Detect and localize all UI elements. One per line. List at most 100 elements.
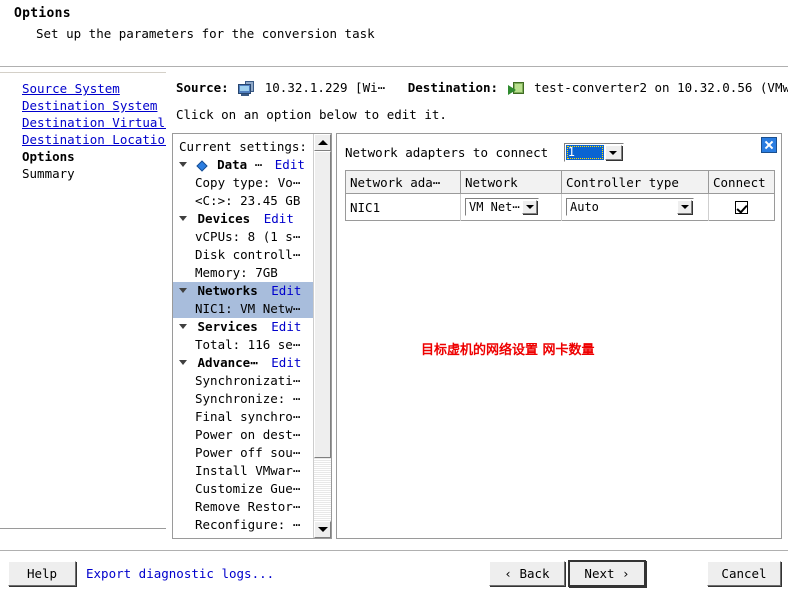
nav-horizontal-scrollbar[interactable] — [1, 528, 165, 529]
source-destination-bar: Source: 10.32.1.229 [Wi⋯ Destination: te… — [176, 80, 788, 102]
source-value: 10.32.1.229 [Wi⋯ — [265, 80, 385, 95]
tree-item-memory[interactable]: Memory: 7GB — [173, 264, 315, 282]
page-title: Options — [14, 6, 71, 21]
current-settings-heading: Current settings: — [179, 139, 307, 154]
sidebar-item-destination-virtual-machine[interactable]: Destination Virtual M — [22, 115, 167, 130]
table-row[interactable]: NIC1 VM Net⋯ — [346, 194, 775, 221]
wizard-step-nav: Source System Destination System Destina… — [0, 72, 167, 529]
connect-at-power-on-checkbox[interactable] — [735, 201, 748, 214]
tree-item-label: Services — [198, 319, 258, 334]
table-header-row: Network ada⋯ Network Controller type Con… — [346, 171, 775, 194]
controller-type-value: Auto — [570, 200, 599, 214]
tree-item-install-vmware[interactable]: Install VMwar⋯ — [173, 462, 315, 480]
adapters-count-row: Network adapters to connect 1 — [345, 143, 624, 162]
export-diagnostic-logs-link[interactable]: Export diagnostic logs... — [86, 566, 274, 581]
chevron-down-icon[interactable] — [179, 324, 187, 329]
page-header: Options Set up the parameters for the co… — [0, 0, 788, 66]
adapters-count-value: 1 — [566, 145, 604, 160]
adapters-count-dropdown[interactable]: 1 — [564, 143, 624, 162]
main-area: Source: 10.32.1.229 [Wi⋯ Destination: te… — [166, 67, 788, 551]
controller-type-dropdown[interactable]: Auto — [566, 198, 694, 216]
tree-item-synchronization[interactable]: Synchronizati⋯ — [173, 372, 315, 390]
networks-detail-panel: Network adapters to connect 1 Network ad… — [336, 133, 782, 539]
tree-item-power-on-dest[interactable]: Power on dest⋯ — [173, 426, 315, 444]
edit-link-services[interactable]: Edit — [271, 319, 301, 334]
scroll-thumb[interactable] — [314, 151, 331, 458]
tree-item-label: Networks — [198, 283, 258, 298]
tree-item-disk-controller[interactable]: Disk controll⋯ — [173, 246, 315, 264]
arrow-up-icon — [318, 140, 328, 145]
sidebar-item-source-system[interactable]: Source System — [22, 81, 120, 96]
edit-link-data[interactable]: Edit — [275, 157, 305, 172]
column-header-connect-at-power-on[interactable]: Connect at powe⋯ — [709, 171, 775, 194]
monitor-icon — [238, 81, 254, 96]
sidebar-item-summary[interactable]: Summary — [22, 166, 75, 181]
next-button[interactable]: Next › — [568, 560, 646, 587]
sidebar-item-destination-location[interactable]: Destination Location — [22, 132, 167, 147]
tree-item-customize-guest[interactable]: Customize Gue⋯ — [173, 480, 315, 498]
tree-group-services[interactable]: Services Edit — [173, 318, 315, 336]
destination-label: Destination: — [408, 80, 498, 95]
chevron-down-icon[interactable] — [179, 360, 187, 365]
settings-tree: Data ⋯ Edit Copy type: Vo⋯ <C:>: 23.45 G… — [173, 156, 315, 534]
chevron-down-icon[interactable] — [677, 200, 692, 214]
scroll-down-button[interactable] — [314, 521, 331, 538]
arrow-down-icon — [318, 527, 328, 532]
scroll-track[interactable] — [314, 151, 331, 521]
tree-group-devices[interactable]: Devices Edit — [173, 210, 315, 228]
tree-item-services-total[interactable]: Total: 116 se⋯ — [173, 336, 315, 354]
tree-item-copy-type[interactable]: Copy type: Vo⋯ — [173, 174, 315, 192]
current-settings-panel: Current settings: Data ⋯ Edit Copy type:… — [172, 133, 332, 539]
close-icon[interactable] — [761, 137, 777, 153]
tree-item-suffix: ⋯ — [255, 157, 262, 172]
tree-item-nic1[interactable]: NIC1: VM Netw⋯ — [173, 300, 315, 318]
help-button[interactable]: Help — [8, 561, 76, 586]
edit-hint-text: Click on an option below to edit it. — [176, 107, 447, 122]
tree-item-remove-restore[interactable]: Remove Restor⋯ — [173, 498, 315, 516]
cell-adapter-name: NIC1 — [346, 194, 461, 221]
edit-link-devices[interactable]: Edit — [264, 211, 294, 226]
back-button[interactable]: ‹ Back — [489, 561, 565, 586]
annotation-text: 目标虚机的网络设置 网卡数量 — [421, 339, 595, 358]
edit-link-advanced[interactable]: Edit — [271, 355, 301, 370]
tree-vertical-scrollbar[interactable] — [313, 134, 331, 538]
destination-value: test-converter2 on 10.32.0.56 (VMwar⋯ — [534, 80, 788, 95]
tree-item-final-sync[interactable]: Final synchro⋯ — [173, 408, 315, 426]
network-dropdown-value: VM Net⋯ — [469, 200, 520, 214]
chevron-down-icon[interactable] — [522, 200, 537, 214]
tree-item-label: Data — [217, 157, 247, 172]
chevron-down-icon[interactable] — [179, 288, 187, 293]
cancel-button[interactable]: Cancel — [707, 561, 781, 586]
cell-network: VM Net⋯ — [461, 194, 562, 221]
column-header-controller-type[interactable]: Controller type — [562, 171, 709, 194]
network-dropdown[interactable]: VM Net⋯ — [465, 198, 539, 216]
adapters-count-label: Network adapters to connect — [345, 145, 548, 160]
sidebar-item-options[interactable]: Options — [22, 149, 75, 164]
chevron-down-icon[interactable] — [179, 216, 187, 221]
content-area: Source System Destination System Destina… — [0, 66, 788, 551]
sidebar-item-destination-system[interactable]: Destination System — [22, 98, 157, 113]
tree-group-networks[interactable]: Networks Edit — [173, 282, 315, 300]
tree-item-power-off-source[interactable]: Power off sou⋯ — [173, 444, 315, 462]
source-label: Source: — [176, 80, 229, 95]
chevron-down-icon[interactable] — [605, 145, 622, 160]
network-adapters-table: Network ada⋯ Network Controller type Con… — [345, 170, 775, 221]
footer-bar: Help Export diagnostic logs... ‹ Back Ne… — [0, 550, 788, 597]
scroll-up-button[interactable] — [314, 134, 331, 151]
column-header-network-adapter[interactable]: Network ada⋯ — [346, 171, 461, 194]
blue-diamond-icon — [196, 160, 207, 171]
tree-item-label: Advance⋯ — [198, 355, 258, 370]
edit-link-networks[interactable]: Edit — [271, 283, 301, 298]
tree-item-synchronize[interactable]: Synchronize: ⋯ — [173, 390, 315, 408]
page-subtitle: Set up the parameters for the conversion… — [36, 26, 375, 41]
tree-group-advanced[interactable]: Advance⋯ Edit — [173, 354, 315, 372]
options-wizard-window: Options Set up the parameters for the co… — [0, 0, 788, 596]
tree-item-volume-c[interactable]: <C:>: 23.45 GB — [173, 192, 315, 210]
cell-controller-type: Auto — [562, 194, 709, 221]
cell-connect-at-power-on — [709, 194, 775, 221]
column-header-network[interactable]: Network — [461, 171, 562, 194]
chevron-down-icon[interactable] — [179, 162, 187, 167]
tree-group-data[interactable]: Data ⋯ Edit — [173, 156, 315, 174]
tree-item-reconfigure[interactable]: Reconfigure: ⋯ — [173, 516, 315, 534]
tree-item-vcpus[interactable]: vCPUs: 8 (1 s⋯ — [173, 228, 315, 246]
